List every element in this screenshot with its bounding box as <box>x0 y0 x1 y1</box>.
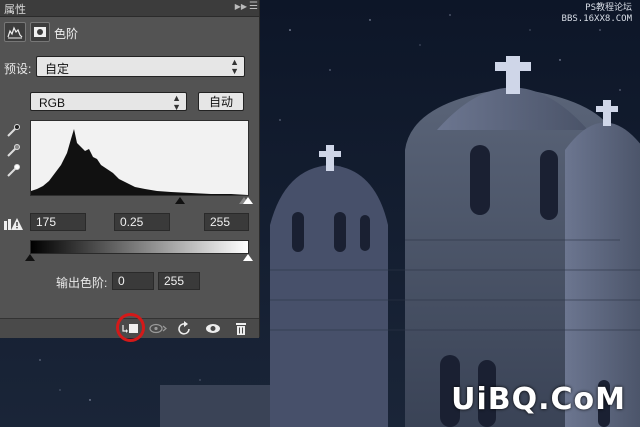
watermark-top-line1: PS教程论坛 <box>585 3 632 13</box>
visibility-eye-icon[interactable] <box>203 321 223 336</box>
watermark-bottom: UiBQ.CoM <box>451 382 626 417</box>
output-levels-label: 输出色阶: <box>56 276 108 290</box>
preset-select[interactable]: 自定 ▲ ▼ <box>36 56 245 77</box>
clipping-warning-icon[interactable] <box>3 217 23 231</box>
histogram <box>30 120 253 204</box>
input-black-field[interactable]: 175 <box>30 213 86 231</box>
black-eyedropper-icon[interactable] <box>5 123 21 139</box>
input-black-slider[interactable] <box>175 197 185 204</box>
white-eyedropper-icon[interactable] <box>5 163 21 179</box>
preset-value: 自定 <box>45 62 70 76</box>
highlight-ring <box>116 313 145 342</box>
levels-icon[interactable] <box>4 22 26 42</box>
panel-title: 属性 <box>4 4 26 16</box>
output-gradient <box>30 240 249 254</box>
watermark-top-line2: BBS.16XX8.COM <box>561 14 632 24</box>
trash-icon[interactable] <box>231 321 251 336</box>
properties-panel: 属性 ▶▶ ☰ 色阶 预设: 自定 ▲ ▼ RGB ▲ ▼ 自动 175 0.2… <box>0 0 260 342</box>
channel-value: RGB <box>39 96 66 110</box>
select-arrows-icon: ▲ ▼ <box>172 93 181 112</box>
reset-icon[interactable] <box>175 321 195 336</box>
panel-header: 属性 ▶▶ ☰ <box>0 0 259 17</box>
output-white-field[interactable]: 255 <box>158 272 200 290</box>
mask-icon[interactable] <box>30 22 50 42</box>
output-white-slider[interactable] <box>243 254 253 261</box>
view-previous-icon[interactable] <box>148 321 168 336</box>
select-arrows-icon: ▲ ▼ <box>230 57 239 76</box>
input-white-slider[interactable] <box>243 197 253 204</box>
input-gamma-field[interactable]: 0.25 <box>114 213 170 231</box>
output-black-field[interactable]: 0 <box>112 272 154 290</box>
auto-button[interactable]: 自动 <box>198 92 244 111</box>
panel-menu-icon[interactable]: ☰ <box>249 1 258 12</box>
watermark-top: PS教程论坛 BBS.16XX8.COM <box>562 3 632 25</box>
collapse-icon[interactable]: ▶▶ <box>235 2 247 11</box>
channel-select[interactable]: RGB ▲ ▼ <box>30 92 187 112</box>
gray-eyedropper-icon[interactable] <box>5 143 21 159</box>
input-white-field[interactable]: 255 <box>204 213 249 231</box>
output-black-slider[interactable] <box>25 254 35 261</box>
preset-label: 预设: <box>4 62 32 76</box>
adjustment-name: 色阶 <box>54 27 79 41</box>
